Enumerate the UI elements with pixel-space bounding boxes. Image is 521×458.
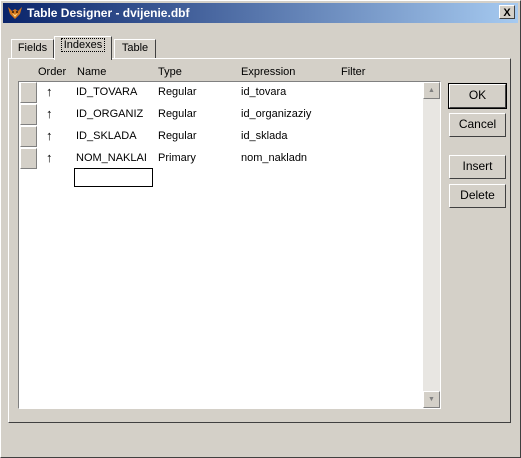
index-expression-cell[interactable]: id_sklada [241,130,328,142]
index-name-cell[interactable]: ID_SKLADA [76,130,152,142]
column-header-order: Order [38,66,67,78]
column-header-filter: Filter [341,66,366,78]
window-title: Table Designer - dvijenie.dbf [27,6,190,20]
row-selector[interactable] [20,148,37,169]
ok-button[interactable]: OK [448,83,507,109]
close-button[interactable]: X [499,5,515,19]
tab-table[interactable]: Table [114,39,156,59]
index-type-cell[interactable]: Regular [158,86,234,98]
index-row[interactable]: ↑ ID_SKLADA Regular id_sklada [19,126,422,148]
index-grid[interactable]: ↑ ID_TOVARA Regular id_tovara ↑ ID_ORGAN… [18,81,441,409]
index-name-cell[interactable]: NOM_NAKLAI [76,152,152,164]
column-header-type: Type [158,66,182,78]
index-row[interactable]: ↑ ID_ORGANIZ Regular id_organizaziy [19,104,422,126]
table-designer-window: Table Designer - dvijenie.dbf X Fields I… [0,0,521,458]
column-header-expression: Expression [241,66,296,78]
cancel-button[interactable]: Cancel [449,113,506,137]
index-name-cell[interactable]: ID_ORGANIZ [76,108,152,120]
index-expression-cell[interactable]: id_organizaziy [241,108,328,120]
index-name-cell[interactable]: ID_TOVARA [76,86,152,98]
scroll-down-button[interactable]: ▼ [423,391,440,408]
arrow-up-icon[interactable]: ↑ [46,150,53,165]
scroll-up-arrow-icon: ▲ [428,87,435,94]
tab-fields[interactable]: Fields [11,39,54,59]
index-type-cell[interactable]: Regular [158,130,234,142]
index-type-cell[interactable]: Primary [158,152,234,164]
row-selector[interactable] [20,126,37,147]
arrow-up-icon[interactable]: ↑ [46,84,53,99]
column-header-name: Name [77,66,107,78]
delete-button-label: Delete [460,188,495,202]
row-selector[interactable] [20,104,37,125]
index-expression-cell[interactable]: nom_nakladn [241,152,328,164]
scroll-up-button[interactable]: ▲ [423,82,440,99]
tab-table-label: Table [121,42,149,54]
delete-button[interactable]: Delete [449,184,506,208]
insert-button-label: Insert [462,159,493,173]
tab-fields-label: Fields [17,42,48,54]
tab-indexes-label: Indexes [60,38,106,52]
insert-button[interactable]: Insert [449,155,506,179]
fox-icon [8,7,22,19]
scroll-down-arrow-icon: ▼ [428,396,435,403]
arrow-up-icon[interactable]: ↑ [46,128,53,143]
index-row[interactable]: ↑ NOM_NAKLAI Primary nom_nakladn [19,148,422,170]
index-expression-cell[interactable]: id_tovara [241,86,328,98]
vertical-scrollbar[interactable]: ▲ ▼ [423,82,440,408]
close-icon: X [503,7,511,19]
arrow-up-icon[interactable]: ↑ [46,106,53,121]
index-row[interactable]: ↑ ID_TOVARA Regular id_tovara [19,82,422,104]
tab-indexes[interactable]: Indexes [54,36,112,60]
ok-button-label: OK [468,88,487,102]
index-type-cell[interactable]: Regular [158,108,234,120]
cancel-button-label: Cancel [458,117,497,131]
row-selector[interactable] [20,82,37,103]
new-index-name-input[interactable] [74,168,153,187]
title-bar[interactable]: Table Designer - dvijenie.dbf X [3,3,518,23]
